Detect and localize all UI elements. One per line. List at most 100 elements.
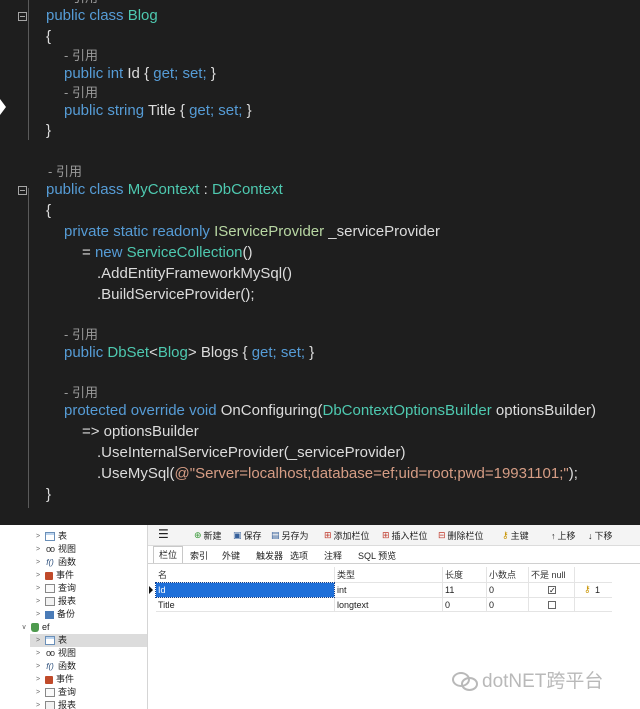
code-reference-hint[interactable]: - 引用: [64, 83, 98, 103]
code-line-chain: .AddEntityFrameworkMySql(): [97, 265, 293, 282]
new-button[interactable]: ⊕ 新建: [194, 529, 222, 542]
save-as-button[interactable]: ▤ 另存为: [271, 529, 309, 542]
field-length-cell[interactable]: 0: [445, 598, 450, 612]
chevron-right-icon[interactable]: >: [34, 660, 42, 673]
code-line-provider-init: = new ServiceCollection(): [82, 244, 253, 261]
insert-column-button[interactable]: ⊞ 插入栏位: [382, 529, 428, 542]
tree-item-reports[interactable]: > 报表: [34, 699, 76, 709]
chevron-right-icon[interactable]: >: [34, 530, 42, 543]
mouse-cursor-icon: [0, 99, 6, 115]
column-header-decimals[interactable]: 小数点: [489, 568, 516, 582]
code-line-brace: }: [46, 486, 52, 503]
tree-item-tables[interactable]: > 表: [30, 634, 147, 647]
save-icon: ▣: [233, 530, 242, 540]
tab-indexes[interactable]: 索引: [190, 549, 208, 562]
tree-item-backups[interactable]: > 备份: [34, 608, 75, 621]
add-column-button[interactable]: ⊞ 添加栏位: [324, 529, 370, 542]
field-decimals-cell[interactable]: 0: [489, 583, 494, 597]
tree-item-events[interactable]: > 事件: [34, 673, 74, 686]
column-header-length[interactable]: 长度: [445, 568, 463, 582]
add-column-icon: ⊞: [324, 530, 332, 540]
tree-item-functions[interactable]: > f() 函数: [34, 556, 76, 569]
code-reference-hint[interactable]: - 引用: [48, 162, 82, 182]
tree-item-queries[interactable]: > 查询: [34, 582, 76, 595]
code-line-blogs-property: public DbSet<Blog> Blogs { get; set; }: [64, 344, 315, 361]
move-down-button[interactable]: ↓ 下移: [588, 529, 613, 542]
code-reference-hint[interactable]: - 引用: [64, 383, 98, 403]
tree-item-queries[interactable]: > 查询: [34, 686, 76, 699]
query-icon: [45, 584, 55, 593]
chevron-right-icon[interactable]: >: [34, 582, 42, 595]
table-row[interactable]: int 11 0 ✓ ⚷ 1: [148, 583, 618, 597]
tab-foreign-keys[interactable]: 外键: [222, 549, 240, 562]
database-icon: [31, 623, 39, 632]
field-decimals-cell[interactable]: 0: [489, 598, 494, 612]
not-null-checkbox[interactable]: ✓: [548, 586, 556, 595]
table-row[interactable]: Title longtext 0 0: [148, 598, 618, 612]
query-icon: [45, 688, 55, 697]
event-icon: [45, 571, 53, 580]
chevron-right-icon[interactable]: >: [34, 543, 42, 556]
tree-item-views[interactable]: > oo 视图: [34, 647, 76, 660]
fold-toggle-icon[interactable]: [18, 12, 27, 21]
tree-item-views[interactable]: > oo 视图: [34, 543, 76, 556]
delete-column-button[interactable]: ⊟ 删除栏位: [438, 529, 484, 542]
grid-header-row: 名 类型 长度 小数点 不是 null: [148, 568, 618, 582]
chevron-right-icon[interactable]: >: [34, 608, 42, 621]
column-header-type[interactable]: 类型: [337, 568, 355, 582]
chevron-right-icon[interactable]: >: [34, 595, 42, 608]
code-line-provider-field: private static readonly IServiceProvider…: [64, 223, 441, 240]
tree-item-reports[interactable]: > 报表: [34, 595, 76, 608]
save-as-icon: ▤: [271, 530, 280, 540]
insert-column-icon: ⊞: [382, 530, 390, 540]
chevron-right-icon[interactable]: >: [34, 569, 42, 582]
tab-triggers[interactable]: 触发器: [256, 549, 283, 562]
tree-item-functions[interactable]: > f() 函数: [34, 660, 76, 673]
chevron-down-icon[interactable]: ∨: [20, 621, 28, 634]
code-line-use-mysql: .UseMySql(@"Server=localhost;database=ef…: [97, 465, 578, 482]
column-header-name[interactable]: 名: [158, 568, 167, 582]
tree-item-events[interactable]: > 事件: [34, 569, 74, 582]
tree-item-tables[interactable]: > 表: [34, 530, 67, 543]
code-reference-hint[interactable]: - 引用: [64, 325, 98, 345]
primary-key-button[interactable]: ⚷ 主键: [502, 529, 529, 542]
table-designer-toolbar: ☰ ⊕ 新建 ▣ 保存 ▤ 另存为 ⊞ 添加栏位 ⊞ 插入栏位 ⊟ 删除栏位 ⚷ 主键 ↑ 上移…: [148, 525, 640, 546]
fold-guide: [28, 0, 29, 140]
code-line-context-class: public class MyContext : DbContext: [46, 181, 283, 198]
report-icon: [45, 701, 55, 709]
fold-toggle-icon[interactable]: [18, 186, 27, 195]
field-length-cell[interactable]: 11: [445, 583, 454, 597]
tab-fields[interactable]: 栏位: [153, 546, 184, 563]
chevron-right-icon[interactable]: >: [34, 647, 42, 660]
not-null-checkbox[interactable]: [548, 601, 556, 609]
table-icon: [45, 636, 55, 645]
code-line-brace: }: [46, 122, 52, 139]
chevron-right-icon[interactable]: >: [34, 556, 42, 569]
primary-key-order: 1: [595, 585, 601, 595]
code-reference-hint[interactable]: - 引用: [64, 46, 98, 66]
menu-icon[interactable]: ☰: [158, 527, 169, 541]
tab-sql-preview[interactable]: SQL 预览: [358, 549, 396, 562]
object-tree[interactable]: > 表 > oo 视图 > f() 函数 > 事件 > 查询 > 报表 > 备份 ∨ ef > 表 >…: [0, 525, 148, 709]
code-line-on-configuring: protected override void OnConfiguring(Db…: [64, 402, 596, 419]
code-line-brace: {: [46, 202, 52, 219]
chevron-right-icon[interactable]: >: [34, 634, 42, 647]
column-header-not-null[interactable]: 不是 null: [531, 568, 566, 582]
code-line-title-property: public string Title { get; set; }: [64, 102, 252, 119]
field-type-cell[interactable]: longtext: [337, 598, 369, 612]
tab-comments[interactable]: 注释: [324, 549, 342, 562]
tree-item-database-ef[interactable]: ∨ ef: [20, 621, 50, 634]
watermark: dotNET跨平台: [452, 666, 603, 693]
code-editor[interactable]: - 引用 public class Blog { - 引用 public int…: [0, 0, 640, 525]
chevron-right-icon[interactable]: >: [34, 686, 42, 699]
chevron-right-icon[interactable]: >: [34, 673, 42, 686]
move-up-button[interactable]: ↑ 上移: [551, 529, 576, 542]
table-icon: [45, 532, 55, 541]
tab-options[interactable]: 选项: [290, 549, 308, 562]
arrow-down-icon: ↓: [588, 530, 593, 541]
field-type-cell[interactable]: int: [337, 583, 347, 597]
field-name-cell[interactable]: Title: [158, 598, 175, 612]
chevron-right-icon[interactable]: >: [34, 699, 42, 709]
view-icon: oo: [45, 544, 55, 554]
save-button[interactable]: ▣ 保存: [233, 529, 262, 542]
